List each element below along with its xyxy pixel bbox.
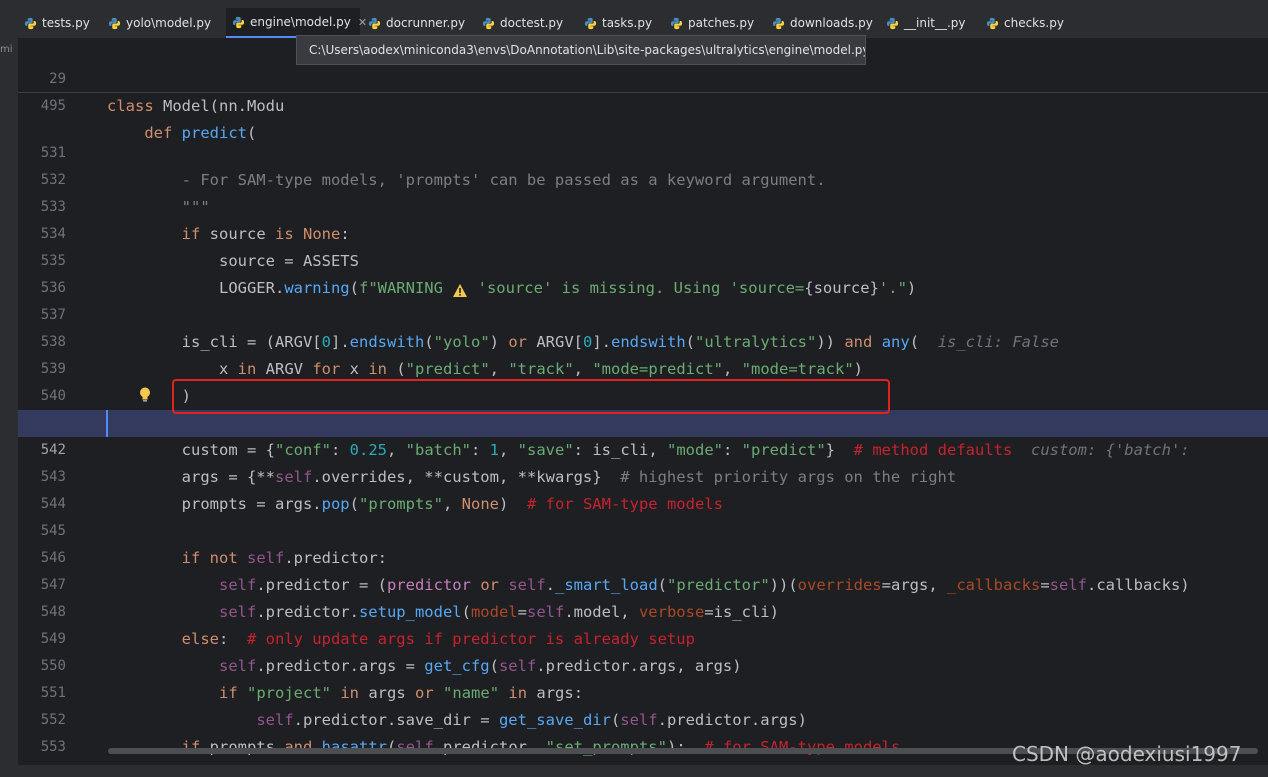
python-file-icon <box>232 16 245 29</box>
tab-yolo-model-py[interactable]: yolo\model.py <box>102 8 224 38</box>
python-file-icon <box>24 17 37 30</box>
code-line[interactable]: 537 is_cli = (ARGV[0].endswith("yolo") o… <box>18 275 1268 351</box>
tab-tasks-py[interactable]: tasks.py <box>578 8 664 38</box>
python-file-icon <box>670 17 683 30</box>
code-line[interactable]: 551 self.predictor.save_dir = get_save_d… <box>18 653 1268 729</box>
tab-label: engine\model.py <box>250 15 351 29</box>
code-line[interactable]: 549 self.predictor.args = get_cfg(self.p… <box>18 599 1268 675</box>
code-line[interactable]: 543 prompts = args.pop("prompts", None) … <box>18 437 1268 513</box>
code-line[interactable]: 552 if prompts and hasattr(self.predicto… <box>18 680 1268 756</box>
tab-init-py[interactable]: __init__.py <box>880 8 980 38</box>
code-line[interactable]: 546 self.predictor = (predictor or self.… <box>18 518 1268 594</box>
tab-tests-py[interactable]: tests.py <box>18 8 102 38</box>
python-file-icon <box>482 17 495 30</box>
code-line[interactable]: 548 else: # only update args if predicto… <box>18 572 1268 648</box>
python-file-icon <box>584 17 597 30</box>
python-file-icon <box>368 17 381 30</box>
tab-downloads-py[interactable]: downloads.py <box>766 8 880 38</box>
code-line[interactable]: 534 source = ASSETS <box>18 194 1268 270</box>
tab-docrunner-py[interactable]: docrunner.py <box>362 8 474 38</box>
watermark-text: CSDN @aodexiusi1997 <box>1012 742 1242 766</box>
code-line[interactable]: 533 if source is None: <box>18 167 1268 243</box>
project-panel-label: mi <box>0 44 13 55</box>
python-file-icon <box>986 17 999 30</box>
tab-label: downloads.py <box>790 16 873 30</box>
python-file-icon <box>108 17 121 30</box>
tab-label: tests.py <box>42 16 90 30</box>
code-line[interactable]: 544 <box>18 464 1268 512</box>
status-bar <box>0 765 1268 777</box>
python-file-icon <box>772 17 785 30</box>
python-file-icon <box>886 17 899 30</box>
sticky-line[interactable]: 495 def predict( <box>18 66 1268 142</box>
tab-label: tasks.py <box>602 16 653 30</box>
lightbulb-intention-icon[interactable] <box>138 386 152 404</box>
code-line[interactable]: 531 - For SAM-type models, 'prompts' can… <box>18 113 1268 189</box>
code-line[interactable]: 532 """ <box>18 140 1268 216</box>
tab-label: docrunner.py <box>386 16 466 30</box>
code-line[interactable]: 538 x in ARGV for x in ("predict", "trac… <box>18 302 1268 378</box>
code-line[interactable]: 553 self.predictor.set_prompts(prompts) <box>18 707 1268 755</box>
file-path-tooltip: C:\Users\aodex\miniconda3\envs\DoAnnotat… <box>296 35 866 65</box>
tab-label: __init__.py <box>904 16 966 30</box>
tab-label: patches.py <box>688 16 755 30</box>
code-line[interactable]: 545 if not self.predictor: <box>18 491 1268 567</box>
text-caret <box>106 410 108 437</box>
editor-tab-bar: tests.py yolo\model.py engine\model.py ✕… <box>0 0 1268 39</box>
tab-patches-py[interactable]: patches.py <box>664 8 766 38</box>
tab-label: doctest.py <box>500 16 564 30</box>
code-line[interactable]: 535 LOGGER.warning(f"WARNING 'source' is… <box>18 221 1268 297</box>
code-line[interactable]: 550 if "project" in args or "name" in ar… <box>18 626 1268 702</box>
tab-label: checks.py <box>1004 16 1064 30</box>
current-line[interactable]: 542 args = {**self.overrides, **custom, … <box>18 410 1268 486</box>
project-panel-strip[interactable]: mi <box>0 38 18 777</box>
tab-engine-model-py[interactable]: engine\model.py ✕ <box>226 8 367 38</box>
sticky-separator <box>18 92 1268 93</box>
annotation-highlight-box <box>172 379 890 414</box>
code-line[interactable]: 547 self.predictor.setup_model(model=sel… <box>18 545 1268 621</box>
tab-doctest-py[interactable]: doctest.py <box>476 8 578 38</box>
code-line[interactable]: 539 ) <box>18 329 1268 405</box>
code-line[interactable]: 536 <box>18 248 1268 296</box>
tab-label: yolo\model.py <box>126 16 212 30</box>
tab-checks-py[interactable]: checks.py <box>980 8 1076 38</box>
